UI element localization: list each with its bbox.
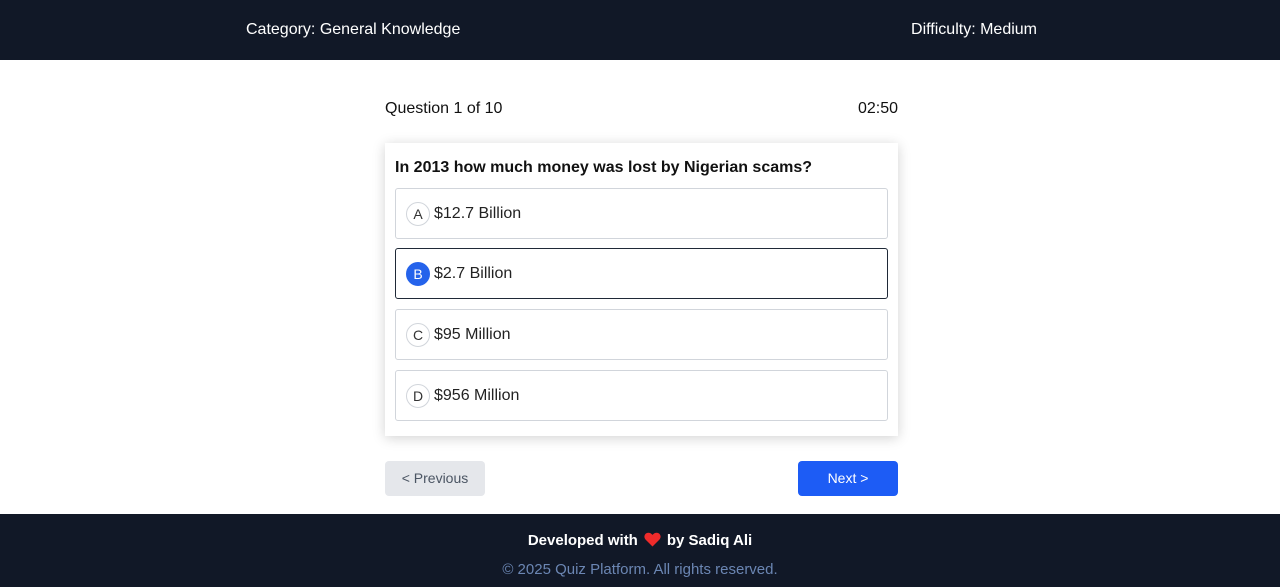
- next-button[interactable]: Next >: [798, 461, 898, 496]
- question-text: In 2013 how much money was lost by Niger…: [395, 159, 813, 176]
- top-bar: Category: General Knowledge Difficulty: …: [0, 0, 1280, 60]
- option-letter-badge: A: [406, 202, 430, 226]
- option-letter-badge: D: [406, 384, 430, 408]
- option-text: $2.7 Billion: [434, 265, 513, 282]
- option-text: $12.7 Billion: [434, 205, 522, 222]
- question-meta: Question 1 of 10 02:50: [385, 99, 898, 119]
- difficulty-label: Difficulty: Medium: [911, 21, 1037, 38]
- footer: Developed with by Sadiq Ali © 2025 Quiz P…: [0, 514, 1280, 587]
- option-text: $956 Million: [434, 387, 520, 404]
- countdown-timer: 02:50: [857, 100, 898, 117]
- heart-icon: [644, 532, 661, 550]
- option-text: $95 Million: [434, 326, 511, 343]
- previous-button[interactable]: < Previous: [385, 461, 485, 496]
- option-letter-badge: B: [406, 262, 430, 286]
- option-d[interactable]: D $956 Million: [395, 370, 888, 421]
- credit-suffix: by Sadiq Ali: [666, 532, 753, 549]
- developer-credit: Developed with by Sadiq Ali: [0, 532, 1280, 550]
- question-counter: Question 1 of 10: [385, 100, 503, 117]
- question-card: In 2013 how much money was lost by Niger…: [385, 143, 898, 436]
- credit-prefix: Developed with: [527, 532, 638, 549]
- option-c[interactable]: C $95 Million: [395, 309, 888, 360]
- copyright-text: © 2025 Quiz Platform. All rights reserve…: [502, 561, 778, 578]
- category-label: Category: General Knowledge: [246, 21, 461, 38]
- option-a[interactable]: A $12.7 Billion: [395, 188, 888, 239]
- option-b[interactable]: B $2.7 Billion: [395, 248, 888, 299]
- option-letter-badge: C: [406, 323, 430, 347]
